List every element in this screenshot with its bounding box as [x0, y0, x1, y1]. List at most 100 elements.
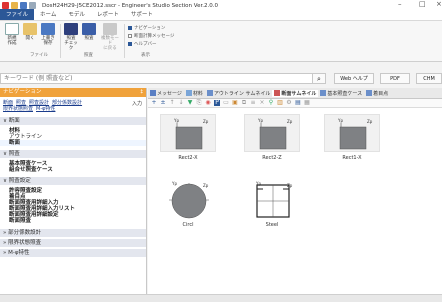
- pdf-button[interactable]: PDF: [380, 73, 410, 84]
- shape-name: Steel: [265, 222, 279, 228]
- return-multi-mode-button[interactable]: 複数モード に戻る: [100, 23, 120, 51]
- checkbox-box: [128, 26, 132, 30]
- tab-model[interactable]: モデル: [62, 9, 91, 20]
- search-shape-icon[interactable]: ⚲: [268, 100, 274, 106]
- check-button[interactable]: 照査 チェック: [63, 23, 79, 51]
- shape-thumbnail[interactable]: Yp Zp: [244, 180, 300, 218]
- shape-name: Rect1-X: [342, 155, 362, 161]
- chm-button[interactable]: CHM: [416, 73, 442, 84]
- shape-name: Rect2-X: [178, 155, 198, 161]
- shape-name: Rect2-Z: [262, 155, 282, 161]
- open-button[interactable]: 開く: [22, 23, 38, 41]
- settings-icon[interactable]: ⚙: [286, 100, 292, 106]
- rectangle-section-icon: Yp Zp: [173, 118, 209, 150]
- svg-text:Zp: Zp: [367, 119, 373, 124]
- nav-link-limit-state[interactable]: 限界状態照査: [3, 106, 33, 112]
- move-up-icon[interactable]: ↑: [169, 100, 175, 106]
- tab-section-thumbnail[interactable]: 断面サムネイル: [272, 89, 319, 97]
- ribbon-tabs: ファイル ホーム モデル レポート サポート: [0, 9, 442, 21]
- group-label-file: ファイル: [30, 53, 48, 58]
- tab-basic-case[interactable]: 基本照査ケース: [318, 90, 364, 97]
- open-button-label: 開く: [25, 36, 35, 41]
- svg-text:Yp: Yp: [257, 118, 263, 123]
- input-label: 入力: [131, 101, 142, 107]
- svg-text:Zp: Zp: [287, 119, 293, 124]
- shape-thumbnail[interactable]: Yp Zp: [244, 114, 300, 152]
- ribbon-separator: [124, 24, 125, 58]
- checkbox-box: [128, 34, 132, 38]
- minimize-button[interactable]: –: [398, 0, 402, 8]
- web-help-button[interactable]: Web ヘルプ: [334, 73, 374, 84]
- message-icon: [150, 90, 156, 96]
- section-header-partial-factor[interactable]: » 部分係数設計: [0, 228, 146, 237]
- svg-text:Yp: Yp: [337, 118, 343, 123]
- grid-icon[interactable]: ▦: [304, 100, 310, 106]
- tab-report[interactable]: レポート: [91, 9, 125, 20]
- tab-home[interactable]: ホーム: [34, 9, 62, 20]
- section-icon: [274, 90, 281, 96]
- move-down-icon[interactable]: ↓: [178, 100, 184, 106]
- properties-icon[interactable]: P: [214, 100, 220, 106]
- export-icon[interactable]: ▣: [232, 100, 238, 106]
- checkbox-label: 断面計算メッセージ: [134, 34, 175, 39]
- case-icon: [320, 90, 327, 96]
- navigation-checkbox[interactable]: ナビゲーション: [128, 25, 165, 31]
- section-header-verify-settings[interactable]: ∨ 照査設定: [0, 176, 146, 185]
- save-button[interactable]: 上書き 保存: [40, 23, 56, 46]
- tab-file[interactable]: ファイル: [0, 9, 35, 20]
- verify-button-label: 照査: [84, 36, 94, 41]
- checkbox-box: [128, 42, 132, 46]
- tab-outline-thumbnail[interactable]: アウトライン サムネイル: [205, 90, 273, 97]
- search-icon[interactable]: ⌕: [312, 73, 326, 84]
- chart-icon[interactable]: ▥: [277, 100, 283, 106]
- save-icon: [41, 23, 55, 35]
- tab-material[interactable]: 材料: [184, 90, 205, 97]
- new-button[interactable]: 新規 作成: [4, 23, 20, 46]
- tab-support[interactable]: サポート: [125, 9, 159, 20]
- view-icon[interactable]: ▤: [295, 100, 301, 106]
- save-quick-icon[interactable]: [20, 2, 27, 9]
- shape-thumbnail[interactable]: Yp Zp: [160, 114, 216, 152]
- filter-icon[interactable]: ▼: [187, 100, 193, 106]
- section-header-section[interactable]: ∨ 断面: [0, 116, 146, 125]
- app-icon: [2, 2, 9, 9]
- outline-icon: [206, 90, 213, 96]
- shape-thumbnail[interactable]: Yp Zp: [160, 180, 216, 219]
- copy-icon[interactable]: ⎘: [196, 100, 202, 106]
- group-label-verify: 照査: [84, 53, 93, 58]
- paste-icon[interactable]: ▭: [223, 100, 229, 106]
- message-checkbox[interactable]: 断面計算メッセージ: [128, 33, 174, 39]
- tab-focus-point[interactable]: 着目点: [364, 90, 390, 97]
- rectangle-section-icon: Yp Zp: [337, 118, 373, 150]
- navigation-pane: ナビゲーション ‡ 断面 照査 照査設計 部分係数設計 限界状態照査 M-φ特性 入力 …: [0, 88, 147, 294]
- return-button-label: 複数モード に戻る: [101, 36, 119, 51]
- add-below-icon[interactable]: ±: [160, 100, 166, 106]
- add-icon[interactable]: +: [151, 100, 157, 106]
- import-icon[interactable]: ◉: [205, 100, 211, 106]
- undo-quick-icon[interactable]: [29, 2, 36, 9]
- window-title: DosH24H29-J5CE2012.sscr - Engineer's Stu…: [42, 2, 218, 9]
- verify-icon: [82, 23, 96, 35]
- helpbar-checkbox[interactable]: ヘルプバー: [128, 41, 157, 47]
- check-button-label: 照査 チェック: [64, 36, 78, 51]
- document-tabs: メッセージ 材料 アウトライン サムネイル 断面サムネイル 基本照査ケース 着目…: [148, 88, 442, 99]
- verify-button[interactable]: 照査: [81, 23, 97, 41]
- pin-icon[interactable]: ‡: [141, 88, 144, 97]
- shape-thumbnail[interactable]: Yp Zp: [324, 114, 380, 152]
- section-header-verify[interactable]: ∨ 照査: [0, 149, 146, 158]
- group-label-display: 表示: [141, 53, 150, 58]
- section-header-m-phi[interactable]: » M-φ特性: [0, 248, 146, 257]
- maximize-button[interactable]: □: [419, 0, 426, 8]
- tab-message[interactable]: メッセージ: [148, 90, 184, 97]
- delete-icon[interactable]: ×: [259, 100, 265, 106]
- search-input[interactable]: [0, 73, 318, 84]
- section-header-limit-state[interactable]: » 限界状態照査: [0, 238, 146, 247]
- nav-link-m-phi[interactable]: M-φ特性: [36, 106, 55, 112]
- list-icon[interactable]: ≡: [250, 100, 256, 106]
- open-quick-icon[interactable]: [11, 2, 18, 9]
- duplicate-icon[interactable]: ⧉: [241, 100, 247, 106]
- close-button[interactable]: ×: [436, 0, 442, 8]
- ribbon: 新規 作成 開く 上書き 保存 照査 チェック 照査 複数モード に戻る ナビゲ…: [0, 21, 442, 62]
- new-button-label: 新規 作成: [7, 36, 17, 46]
- ribbon-separator: [60, 24, 61, 58]
